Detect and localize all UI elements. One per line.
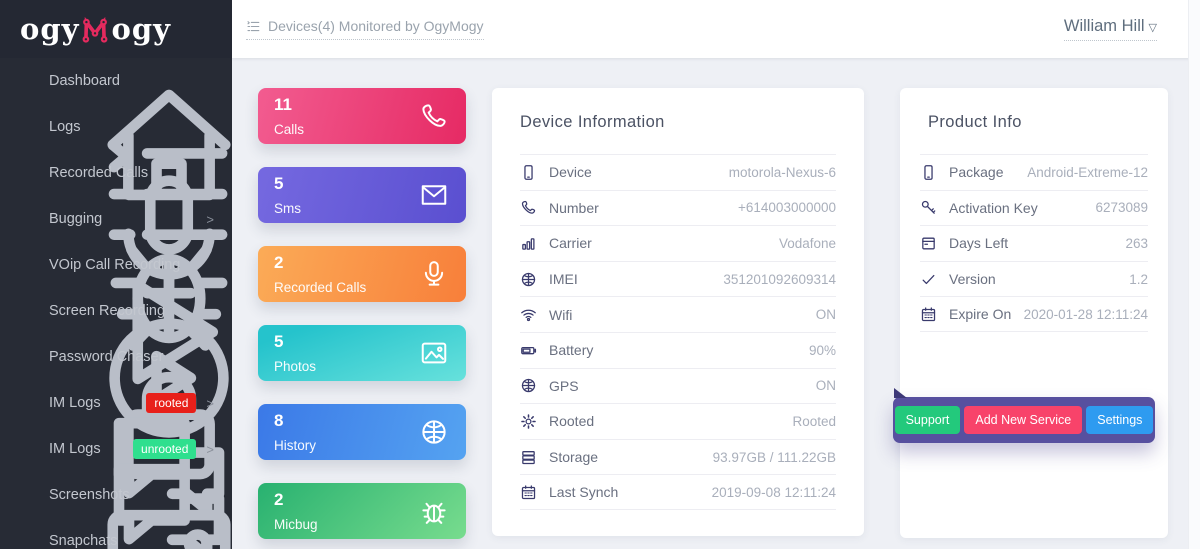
carrier-row: Carrier Vodafone <box>520 225 836 261</box>
sidebar-nav: Dashboard Logs Recorded Calls Bugging > … <box>0 58 232 549</box>
lock-icon <box>19 349 36 366</box>
user-name: William Hill <box>1063 17 1145 35</box>
globe-icon <box>419 417 449 447</box>
number-row: Number +614003000000 <box>520 189 836 226</box>
logo-m-molecule-icon <box>79 11 111 48</box>
user-menu[interactable]: William Hill ▽ <box>1063 17 1157 41</box>
device-row: Device motorola-Nexus-6 <box>520 154 836 190</box>
play-icon <box>19 257 36 274</box>
last-synch-row: Last Synch 2019-09-08 12:11:24 <box>520 474 836 510</box>
storage-row: Storage 93.97GB / 111.22GB <box>520 438 836 475</box>
image-icon <box>19 533 36 549</box>
globe-icon <box>520 377 537 394</box>
scrollbar-track[interactable] <box>1188 0 1200 549</box>
chevron-right-icon: > <box>206 441 214 457</box>
support-button[interactable]: Support <box>894 406 961 434</box>
device-information-panel: Device Information Device motorola-Nexus… <box>492 88 864 536</box>
mic-icon <box>419 259 449 289</box>
mobile-icon <box>520 164 537 181</box>
phone-icon <box>419 101 449 131</box>
topbar: Devices(4) Monitored by OgyMogy William … <box>232 0 1200 58</box>
imei-row: IMEI 351201092609314 <box>520 260 836 297</box>
battery-row: Battery 90% <box>520 331 836 368</box>
devices-monitored-link[interactable]: Devices(4) Monitored by OgyMogy <box>246 18 484 40</box>
chevron-right-icon: > <box>206 395 214 411</box>
list-icon <box>19 119 36 136</box>
check-icon <box>920 271 937 288</box>
wifi-icon <box>520 306 537 323</box>
sidebar: ogy ogy Dashboard Logs Recorded Calls Bu… <box>0 0 232 549</box>
activation-key-row: Activation Key 6273089 <box>920 189 1148 226</box>
mobile-icon <box>920 164 937 181</box>
phone-icon <box>520 199 537 216</box>
sidebar-item-dashboard[interactable]: Dashboard <box>0 58 232 104</box>
chevron-down-icon: ▽ <box>1148 22 1157 34</box>
rooted-badge: rooted <box>146 393 197 413</box>
bug-icon <box>19 211 36 228</box>
logo-text-right: ogy <box>111 11 171 46</box>
play-circle-icon <box>19 303 36 320</box>
unrooted-badge: unrooted <box>133 439 197 459</box>
logo-text-left: ogy <box>20 11 80 46</box>
chevron-right-icon: > <box>206 211 214 227</box>
chat-icon <box>19 441 36 458</box>
signal-icon <box>520 235 537 252</box>
image-icon <box>419 338 449 368</box>
bug-icon <box>419 496 449 526</box>
expire-on-row: Expire On 2020-01-28 12:11:24 <box>920 296 1148 332</box>
home-icon <box>19 73 36 90</box>
version-row: Version 1.2 <box>920 260 1148 297</box>
key-icon <box>920 199 937 216</box>
globe-icon <box>520 271 537 288</box>
mail-icon <box>419 180 449 210</box>
image-icon <box>19 487 36 504</box>
days-left-row: Days Left 263 <box>920 225 1148 261</box>
gear-icon <box>520 413 537 430</box>
app-logo[interactable]: ogy ogy <box>0 0 232 58</box>
product-actions-bar: Support Add New Service Settings <box>893 388 1155 443</box>
chat-icon <box>19 395 36 412</box>
panel-title: Device Information <box>520 113 665 131</box>
panel-title: Product Info <box>928 113 1022 131</box>
list-icon <box>246 19 261 34</box>
rooted-row: Rooted Rooted <box>520 403 836 439</box>
product-info-panel: Product Info Package Android-Extreme-12 … <box>900 88 1168 538</box>
storage-icon <box>520 449 537 466</box>
calendar-icon <box>520 484 537 501</box>
add-new-service-button[interactable]: Add New Service <box>964 406 1083 434</box>
window-icon <box>920 235 937 252</box>
mic-icon <box>19 165 36 182</box>
gps-row: GPS ON <box>520 367 836 404</box>
calendar-icon <box>920 306 937 323</box>
wifi-row: Wifi ON <box>520 296 836 332</box>
settings-button[interactable]: Settings <box>1086 406 1154 434</box>
battery-icon <box>520 342 537 359</box>
package-row: Package Android-Extreme-12 <box>920 154 1148 190</box>
